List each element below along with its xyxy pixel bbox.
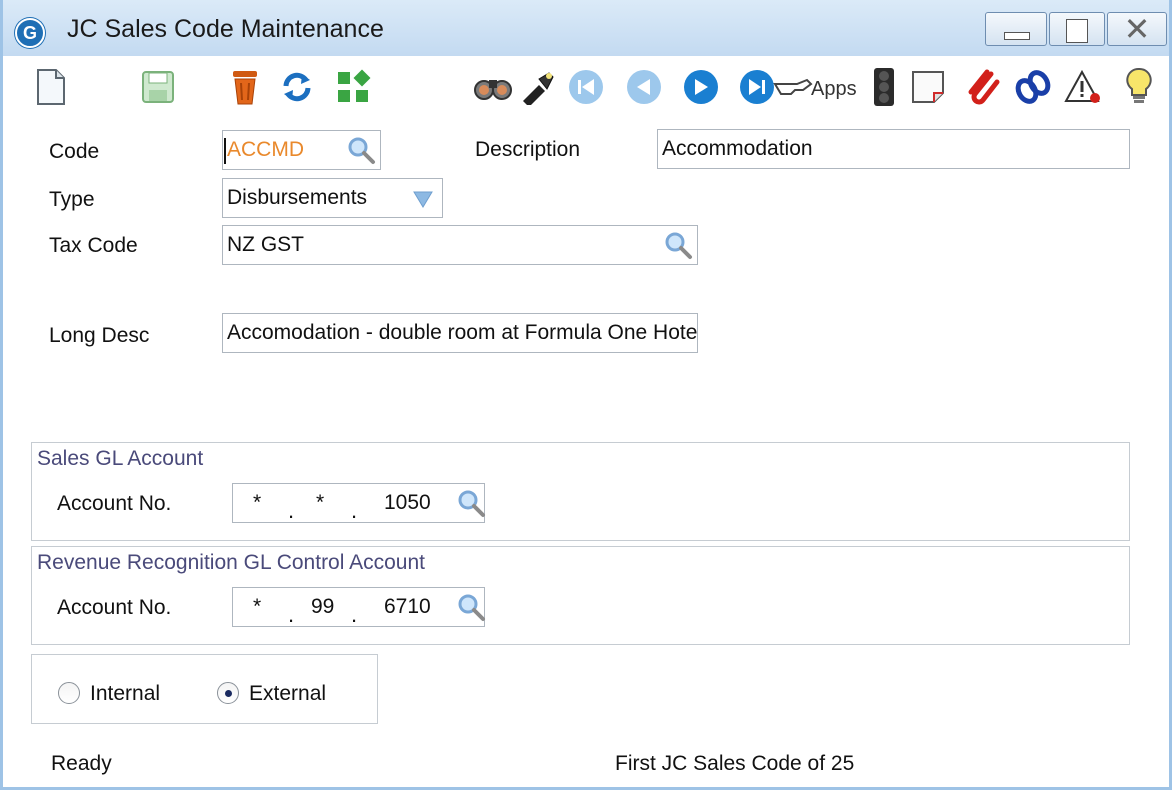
tax-code-value: NZ GST xyxy=(227,233,304,256)
tax-code-label: Tax Code xyxy=(49,234,138,257)
external-radio[interactable] xyxy=(217,682,239,704)
description-value: Accommodation xyxy=(662,137,813,160)
long-desc-field[interactable]: Accomodation - double room at Formula On… xyxy=(222,313,698,353)
maximize-button[interactable] xyxy=(1049,12,1105,46)
toolbar: Apps xyxy=(3,60,1169,118)
last-record-icon[interactable] xyxy=(737,66,777,108)
main-window: G JC Sales Code Maintenance ✕ Apps Code … xyxy=(0,0,1172,790)
long-desc-value: Accomodation - double room at Formula On… xyxy=(227,321,698,344)
separator-dot: . xyxy=(351,602,358,627)
revenue-gl-seg2: 99 xyxy=(311,595,335,618)
apps-hand-icon[interactable] xyxy=(773,66,813,108)
status-record-position: First JC Sales Code of 25 xyxy=(615,752,855,775)
internal-external-group: Internal External xyxy=(31,654,378,724)
separator-dot: . xyxy=(288,498,295,523)
title-bar: G JC Sales Code Maintenance ✕ xyxy=(3,0,1169,56)
sales-gl-seg2: * xyxy=(316,491,325,514)
revenue-gl-account-label: Account No. xyxy=(57,596,172,619)
close-icon: ✕ xyxy=(1123,11,1151,47)
traffic-light-icon[interactable] xyxy=(864,66,904,108)
flashlight-icon[interactable] xyxy=(517,66,557,108)
internal-radio-label[interactable]: Internal xyxy=(90,682,160,706)
type-label: Type xyxy=(49,188,95,211)
note-icon[interactable] xyxy=(908,66,948,108)
description-label: Description xyxy=(475,138,581,161)
chevron-down-icon[interactable] xyxy=(412,189,434,209)
tax-code-field[interactable]: NZ GST xyxy=(222,225,698,265)
attachment-icon[interactable] xyxy=(963,66,1003,108)
search-icon[interactable] xyxy=(456,592,486,622)
link-icon[interactable] xyxy=(1013,66,1053,108)
separator-dot: . xyxy=(288,602,295,627)
search-icon[interactable] xyxy=(346,135,376,165)
warning-icon[interactable] xyxy=(1063,66,1103,108)
delete-icon[interactable] xyxy=(225,66,265,108)
next-record-icon[interactable] xyxy=(681,66,721,108)
separator-dot: . xyxy=(351,498,358,523)
status-ready: Ready xyxy=(51,752,112,775)
sales-gl-group: Sales GL Account Account No. * . * . 105… xyxy=(31,442,1130,541)
new-document-icon[interactable] xyxy=(31,66,71,108)
code-label: Code xyxy=(49,140,100,163)
grid-icon[interactable] xyxy=(333,66,373,108)
sales-gl-title: Sales GL Account xyxy=(37,447,204,470)
long-desc-label: Long Desc xyxy=(49,324,150,347)
save-icon[interactable] xyxy=(138,66,178,108)
type-dropdown[interactable]: Disbursements xyxy=(222,178,443,218)
revenue-gl-seg3: 6710 xyxy=(384,595,431,618)
previous-record-icon[interactable] xyxy=(624,66,664,108)
search-icon[interactable] xyxy=(456,488,486,518)
sales-gl-account-label: Account No. xyxy=(57,492,172,515)
code-value: ACCMD xyxy=(227,138,304,161)
revenue-gl-title: Revenue Recognition GL Control Account xyxy=(37,551,425,574)
revenue-gl-group: Revenue Recognition GL Control Account A… xyxy=(31,546,1130,645)
external-radio-label[interactable]: External xyxy=(249,682,326,706)
binoculars-icon[interactable] xyxy=(473,66,513,108)
minimize-button[interactable] xyxy=(985,12,1047,46)
internal-radio[interactable] xyxy=(58,682,80,704)
window-title: JC Sales Code Maintenance xyxy=(67,15,384,43)
revenue-gl-seg1: * xyxy=(253,595,262,618)
app-logo-icon: G xyxy=(15,18,45,48)
sales-gl-seg3: 1050 xyxy=(384,491,431,514)
code-field[interactable]: ACCMD xyxy=(222,130,381,170)
description-field[interactable]: Accommodation xyxy=(657,129,1130,169)
type-value: Disbursements xyxy=(227,186,368,209)
close-button[interactable]: ✕ xyxy=(1107,12,1167,46)
first-record-icon[interactable] xyxy=(566,66,606,108)
apps-label[interactable]: Apps xyxy=(811,78,857,101)
search-icon[interactable] xyxy=(663,230,693,260)
sales-gl-seg1: * xyxy=(253,491,262,514)
hint-bulb-icon[interactable] xyxy=(1119,66,1159,108)
text-caret xyxy=(224,138,226,164)
revenue-gl-account-field[interactable]: * . 99 . 6710 xyxy=(232,587,485,627)
refresh-icon[interactable] xyxy=(277,66,317,108)
sales-gl-account-field[interactable]: * . * . 1050 xyxy=(232,483,485,523)
